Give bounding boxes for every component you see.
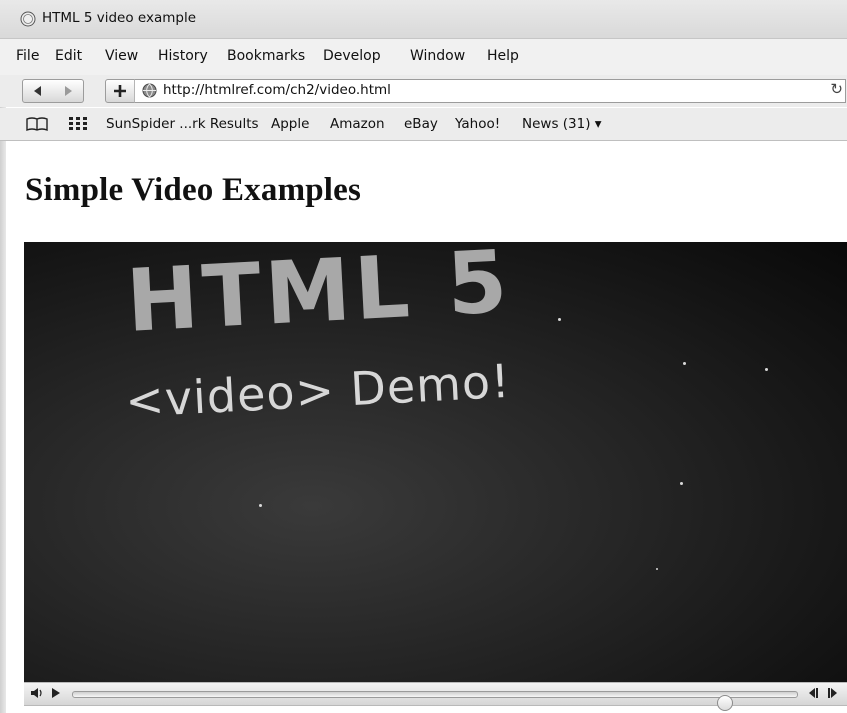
- play-icon[interactable]: [51, 687, 61, 699]
- back-arrow-icon: [34, 86, 41, 96]
- video-frame-subtitle: <video> Demo!: [124, 353, 512, 428]
- seek-thumb[interactable]: [716, 695, 733, 711]
- url-text[interactable]: http://htmlref.com/ch2/video.html: [163, 82, 391, 98]
- video-controls: [24, 682, 847, 711]
- plus-icon: [114, 85, 126, 97]
- menu-help[interactable]: Help: [487, 48, 519, 64]
- star-speck: [558, 318, 561, 321]
- bookmark-amazon[interactable]: Amazon: [330, 116, 385, 132]
- menu-window[interactable]: Window: [410, 48, 465, 64]
- address-bar[interactable]: http://htmlref.com/ch2/video.html ↻: [134, 79, 846, 103]
- bookmark-apple[interactable]: Apple: [271, 116, 309, 132]
- seek-track[interactable]: [72, 691, 798, 711]
- menu-bar: File Edit View History Bookmarks Develop…: [0, 39, 847, 75]
- video-player[interactable]: HTML 5 <video> Demo!: [24, 242, 847, 682]
- bookmark-news-menu[interactable]: News (31) ▾: [522, 116, 602, 132]
- add-bookmark-button[interactable]: [105, 79, 135, 103]
- top-sites-grid-icon[interactable]: [69, 117, 87, 131]
- back-button[interactable]: [22, 79, 54, 103]
- menu-bookmarks[interactable]: Bookmarks: [227, 48, 305, 64]
- menu-edit[interactable]: Edit: [55, 48, 82, 64]
- globe-icon: [142, 83, 157, 98]
- menu-file[interactable]: File: [16, 48, 39, 64]
- star-speck: [683, 362, 686, 365]
- star-speck: [656, 568, 658, 570]
- star-speck: [259, 504, 262, 507]
- window-titlebar: HTML 5 video example: [0, 0, 847, 39]
- navigation-toolbar: http://htmlref.com/ch2/video.html ↻: [0, 75, 847, 107]
- menu-develop[interactable]: Develop: [323, 48, 381, 64]
- window-title: HTML 5 video example: [42, 10, 197, 26]
- rewind-icon[interactable]: [808, 687, 820, 699]
- bookmark-sunspider[interactable]: SunSpider ...rk Results: [106, 116, 259, 132]
- star-speck: [765, 368, 768, 371]
- page-heading: Simple Video Examples: [25, 172, 362, 208]
- menu-history[interactable]: History: [158, 48, 208, 64]
- star-speck: [680, 482, 683, 485]
- bookmark-yahoo[interactable]: Yahoo!: [455, 116, 500, 132]
- forward-arrow-icon: [65, 86, 72, 96]
- video-frame-title: HTML 5: [124, 242, 514, 352]
- bookmarks-bar: SunSpider ...rk Results Apple Amazon eBa…: [0, 108, 847, 141]
- step-forward-icon[interactable]: [826, 687, 838, 699]
- forward-button[interactable]: [53, 79, 84, 103]
- volume-icon[interactable]: [30, 687, 44, 699]
- reading-list-icon[interactable]: [26, 117, 48, 131]
- bookmark-ebay[interactable]: eBay: [404, 116, 438, 132]
- reload-icon[interactable]: ↻: [830, 80, 843, 98]
- safari-icon: [20, 11, 36, 27]
- menu-view[interactable]: View: [105, 48, 138, 64]
